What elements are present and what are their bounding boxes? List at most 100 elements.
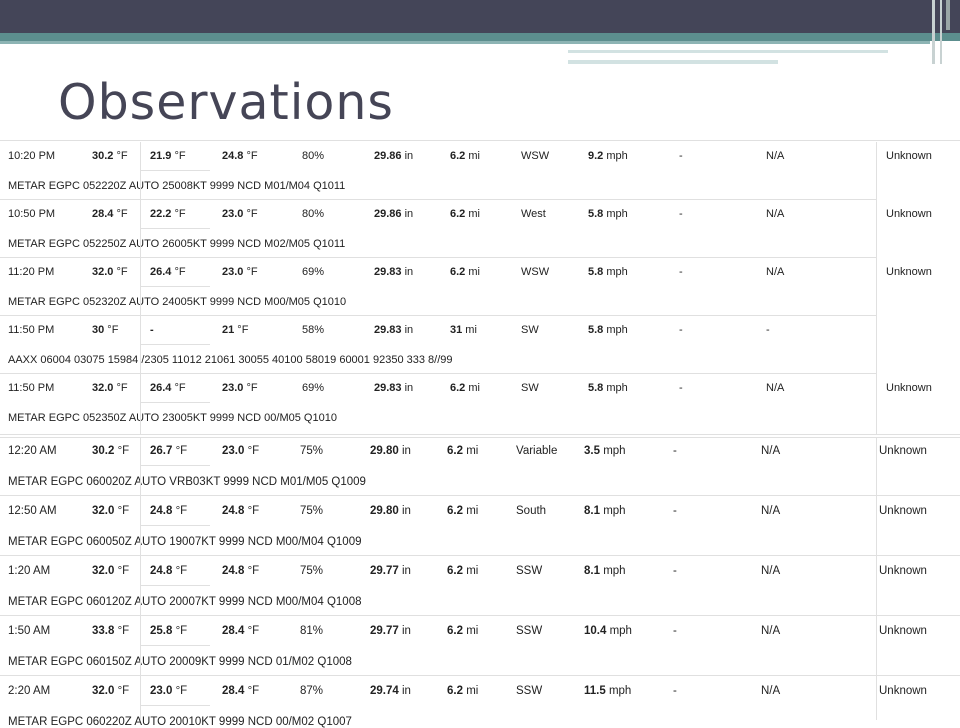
cell-temp: 33.8 °F	[92, 625, 129, 637]
cell-time: 10:50 PM	[8, 208, 56, 220]
cell-events: Unknown	[886, 266, 932, 278]
value-unit: mph	[605, 685, 632, 697]
cell-humidity: 75%	[300, 505, 324, 517]
cell-gust: -	[673, 685, 677, 697]
cell-wind-dir: SSW	[516, 685, 543, 697]
table-right-border	[876, 142, 877, 434]
cell-humidity: 81%	[300, 625, 324, 637]
value-unit: in	[398, 445, 411, 457]
cell-precip: N/A	[766, 382, 785, 394]
cell-events: Unknown	[879, 445, 927, 457]
cell-pressure: 29.74 in	[370, 685, 411, 697]
value-unit: °F	[244, 505, 260, 517]
cell-underline	[140, 228, 210, 229]
value-number: 11.5	[584, 685, 606, 697]
cell-wind-dir: West	[521, 208, 546, 220]
value-unit: mph	[600, 505, 626, 517]
cell-temp: 32.0 °F	[92, 685, 129, 697]
value-number: 26.4	[150, 382, 172, 394]
cell-events: Unknown	[886, 150, 932, 162]
cell-time: 10:20 PM	[8, 150, 56, 162]
cell-underline	[140, 585, 210, 586]
value-unit: mi	[463, 685, 479, 697]
cell-underline	[140, 402, 210, 403]
metar-report: METAR EGPC 060120Z AUTO 20007KT 9999 NCD…	[8, 596, 362, 608]
value-number: 29.77	[370, 625, 399, 637]
cell-temp: 30 °F	[92, 324, 118, 336]
row-separator	[0, 495, 960, 496]
value-number: 28.4	[222, 685, 245, 697]
cell-gust: -	[673, 565, 677, 577]
cell-gust: -	[679, 324, 683, 336]
cell-humidity: 58%	[302, 324, 325, 336]
cell-dewpoint: 28.4 °F	[222, 685, 259, 697]
cell-humidity: 75%	[300, 565, 324, 577]
value-number: 6.2	[450, 150, 466, 162]
value-number: 3.5	[584, 445, 600, 457]
table-border	[0, 437, 960, 438]
value-unit: °F	[114, 565, 130, 577]
cell-events: Unknown	[879, 625, 927, 637]
value-unit: mi	[463, 505, 479, 517]
cell-pressure: 29.80 in	[370, 445, 411, 457]
cell-windchill: 23.0 °F	[150, 685, 187, 697]
cell-dewpoint: 23.0 °F	[222, 382, 258, 394]
cell-visibility: 6.2 mi	[447, 445, 478, 457]
cell-temp: 32.0 °F	[92, 565, 129, 577]
value-number: 10.4	[584, 625, 607, 637]
cell-wind-dir: Variable	[516, 445, 558, 457]
value-number: 6.2	[447, 685, 463, 697]
value-number: 22.2	[150, 208, 172, 220]
value-unit: mph	[603, 324, 628, 336]
cell-wind-dir: WSW	[521, 266, 550, 278]
value-unit: °F	[244, 685, 260, 697]
value-number: 8.1	[584, 565, 600, 577]
cell-pressure: 29.83 in	[374, 266, 413, 278]
value-number: 24.8	[222, 150, 244, 162]
cell-visibility: 6.2 mi	[447, 685, 478, 697]
value-unit: °F	[243, 208, 258, 220]
value-number: 25.8	[150, 625, 173, 637]
value-unit: °F	[113, 208, 128, 220]
cell-visibility: 6.2 mi	[447, 565, 478, 577]
metar-report: METAR EGPC 052320Z AUTO 24005KT 9999 NCD…	[8, 296, 347, 308]
cell-events: Unknown	[879, 565, 927, 577]
value-number: 5.8	[588, 266, 604, 278]
row-separator	[0, 257, 876, 258]
cell-events: Unknown	[879, 685, 927, 697]
value-number: 21	[222, 324, 235, 336]
cell-dewpoint: 24.8 °F	[222, 505, 259, 517]
table-right-border	[876, 437, 877, 720]
column-divider	[140, 142, 141, 434]
value-unit: mph	[603, 208, 628, 220]
cell-time: 1:20 AM	[8, 565, 51, 577]
value-unit: mi	[463, 565, 479, 577]
cell-humidity: 80%	[302, 208, 325, 220]
value-number: 24.8	[150, 565, 173, 577]
value-number: 23.0	[222, 266, 244, 278]
cell-underline	[140, 465, 210, 466]
metar-report: AAXX 06004 03075 15984 /2305 11012 21061…	[8, 354, 453, 366]
cell-windchill: 22.2 °F	[150, 208, 186, 220]
cell-windchill: 26.4 °F	[150, 382, 186, 394]
value-number: 6.2	[450, 382, 466, 394]
value-number: 24.8	[222, 565, 245, 577]
cell-gust: -	[679, 266, 683, 278]
value-number: 29.74	[370, 685, 399, 697]
cell-humidity: 69%	[302, 266, 325, 278]
cell-underline	[140, 525, 210, 526]
cell-wind-speed: 9.2 mph	[588, 150, 628, 162]
metar-report: METAR EGPC 060220Z AUTO 20010KT 9999 NCD…	[8, 716, 352, 728]
value-number: 9.2	[588, 150, 604, 162]
value-number: 30.2	[92, 150, 114, 162]
cell-temp: 30.2 °F	[92, 150, 128, 162]
value-number: 32.0	[92, 266, 114, 278]
value-unit: °F	[104, 324, 119, 336]
cell-precip: N/A	[761, 625, 781, 637]
value-number: 6.2	[450, 208, 466, 220]
value-number: 28.4	[92, 208, 114, 220]
metar-report: METAR EGPC 060020Z AUTO VRB03KT 9999 NCD…	[8, 476, 366, 488]
value-unit: mi	[465, 266, 480, 278]
row-separator	[0, 555, 960, 556]
value-number: 32.0	[92, 505, 115, 517]
